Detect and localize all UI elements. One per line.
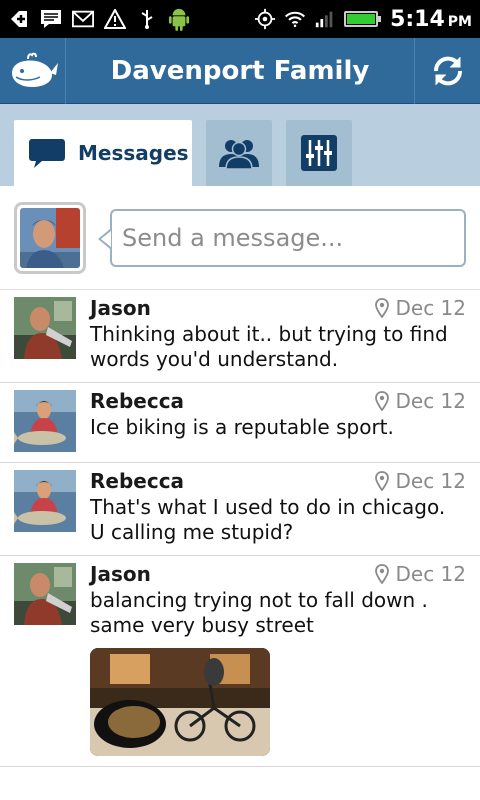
warning-icon: [104, 8, 126, 30]
gmail-icon: [72, 8, 94, 30]
list-item[interactable]: Rebecca Dec 12 That's what I used to do in…: [0, 463, 480, 556]
message-date: Dec 12: [375, 389, 466, 413]
add-icon: [8, 8, 30, 30]
app-header: Davenport Family: [0, 37, 480, 104]
list-item[interactable]: Jason Dec 12 Thinking about it.. but tryin…: [0, 290, 480, 383]
avatar[interactable]: [14, 563, 76, 625]
message-text: Thinking about it.. but trying to find w…: [90, 322, 448, 371]
avatar[interactable]: [14, 390, 76, 452]
message-input[interactable]: [110, 208, 466, 267]
tab-people[interactable]: [206, 120, 272, 186]
message-date-text: Dec 12: [395, 389, 466, 413]
tab-messages-label: Messages: [78, 141, 189, 165]
message-date: Dec 12: [375, 296, 466, 320]
status-bar: 5:14 PM: [0, 0, 480, 38]
message-date-text: Dec 12: [395, 469, 466, 493]
list-item[interactable]: Jason Dec 12 balancing trying not to fall …: [0, 556, 480, 767]
chat-bubble-icon: [29, 139, 65, 168]
message-header: Jason Dec 12: [90, 562, 466, 586]
clock-ampm: PM: [447, 13, 472, 30]
message-text: Ice biking is a reputable sport.: [90, 415, 394, 439]
gps-icon: [254, 8, 276, 30]
settings-sliders-icon: [301, 135, 337, 171]
message-sender: Rebecca: [90, 469, 185, 493]
bubble-tip: [98, 228, 111, 249]
notification-icons: [8, 8, 254, 31]
battery-icon: [344, 11, 382, 27]
clock: 5:14 PM: [390, 7, 472, 32]
refresh-icon: [433, 56, 462, 85]
message-body: Jason Dec 12 Thinking about it.. but tryin…: [76, 296, 466, 372]
message-header: Rebecca Dec 12: [90, 389, 466, 413]
wifi-icon: [284, 8, 306, 30]
message-body: Rebecca Dec 12 That's what I used to do in…: [76, 469, 466, 545]
my-profile-photo: [20, 207, 80, 268]
message-date: Dec 12: [375, 562, 466, 586]
tab-messages[interactable]: Messages: [14, 120, 192, 186]
message-text: That's what I used to do in chicago. U c…: [90, 495, 446, 544]
avatar[interactable]: [14, 201, 86, 274]
location-pin-icon: [375, 564, 390, 584]
system-icons: 5:14 PM: [254, 7, 472, 32]
message-date-text: Dec 12: [395, 562, 466, 586]
message-body: Jason Dec 12 balancing trying not to fall …: [76, 562, 466, 756]
people-icon: [219, 140, 259, 169]
message-body: Rebecca Dec 12 Ice biking is a reputable s…: [76, 389, 466, 452]
android-icon: [168, 8, 190, 31]
avatar[interactable]: [14, 297, 76, 359]
message-text: balancing trying not to fall down . same…: [90, 588, 428, 637]
message-sender: Jason: [90, 296, 151, 320]
tab-bar: Messages: [0, 104, 480, 186]
location-pin-icon: [375, 471, 390, 491]
message-sender: Rebecca: [90, 389, 185, 413]
message-list[interactable]: Jason Dec 12 Thinking about it.. but tryin…: [0, 290, 480, 800]
refresh-button[interactable]: [414, 37, 480, 104]
message-composer: [0, 186, 480, 290]
clock-time: 5:14: [390, 6, 445, 32]
signal-icon: [314, 8, 336, 30]
list-item[interactable]: Rebecca Dec 12 Ice biking is a reputable s…: [0, 383, 480, 463]
message-photo[interactable]: [90, 648, 270, 756]
message-header: Rebecca Dec 12: [90, 469, 466, 493]
message-input-wrapper: [98, 208, 466, 267]
avatar[interactable]: [14, 470, 76, 532]
message-date: Dec 12: [375, 469, 466, 493]
location-pin-icon: [375, 391, 390, 411]
usb-icon: [136, 8, 158, 30]
tab-settings[interactable]: [286, 120, 352, 186]
whale-logo-icon[interactable]: [0, 37, 66, 104]
message-date-text: Dec 12: [395, 296, 466, 320]
message-header: Jason Dec 12: [90, 296, 466, 320]
message-icon: [40, 8, 62, 30]
message-sender: Jason: [90, 562, 151, 586]
page-title: Davenport Family: [110, 55, 370, 86]
location-pin-icon: [375, 298, 390, 318]
